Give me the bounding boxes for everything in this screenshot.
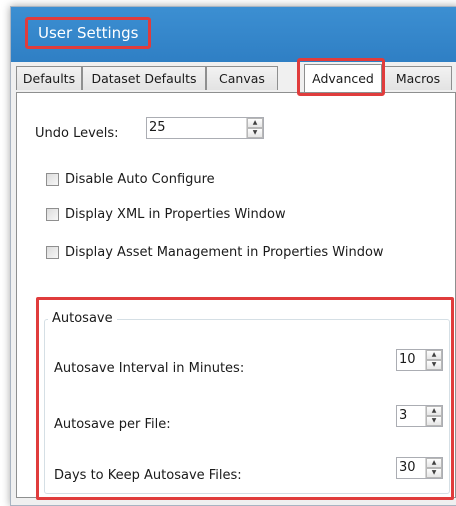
tab-canvas[interactable]: Canvas xyxy=(206,66,278,90)
disable-auto-configure-checkbox[interactable] xyxy=(46,173,59,186)
autosave-per-file-value[interactable]: 3 xyxy=(397,406,425,426)
tab-advanced[interactable]: Advanced xyxy=(304,64,382,92)
autosave-interval-label: Autosave Interval in Minutes: xyxy=(54,360,245,376)
autosave-per-file-stepper[interactable]: 3 ▲ ▼ xyxy=(396,405,443,427)
spin-up-icon[interactable]: ▲ xyxy=(247,118,263,128)
title-bar: User Settings xyxy=(11,7,456,62)
display-asset-management-label: Display Asset Management in Properties W… xyxy=(65,245,384,260)
tab-strip: Defaults Dataset Defaults Canvas Advance… xyxy=(16,64,456,92)
disable-auto-configure-label: Disable Auto Configure xyxy=(65,172,215,187)
undo-levels-label: Undo Levels: xyxy=(35,125,119,141)
autosave-interval-row: Autosave Interval in Minutes: xyxy=(54,358,244,378)
spin-down-icon[interactable]: ▼ xyxy=(426,416,442,426)
display-xml-option[interactable]: Display XML in Properties Window xyxy=(46,207,286,222)
autosave-group-title: Autosave xyxy=(48,311,117,326)
display-asset-management-checkbox[interactable] xyxy=(46,246,59,259)
title-highlight: User Settings xyxy=(25,17,152,49)
tab-defaults[interactable]: Defaults xyxy=(16,66,82,90)
display-xml-label: Display XML in Properties Window xyxy=(65,207,286,222)
autosave-interval-value[interactable]: 10 xyxy=(397,350,425,370)
spin-up-icon[interactable]: ▲ xyxy=(426,458,442,468)
tab-macros[interactable]: Macros xyxy=(384,66,452,90)
spin-down-icon[interactable]: ▼ xyxy=(426,360,442,370)
spin-up-icon[interactable]: ▲ xyxy=(426,406,442,416)
undo-levels-stepper[interactable]: 25 ▲ ▼ xyxy=(146,117,264,139)
tab-dataset-defaults[interactable]: Dataset Defaults xyxy=(82,66,206,90)
days-keep-label: Days to Keep Autosave Files: xyxy=(54,467,242,483)
days-keep-value[interactable]: 30 xyxy=(397,458,425,478)
days-keep-row: Days to Keep Autosave Files: xyxy=(54,465,242,485)
undo-levels-value[interactable]: 25 xyxy=(147,118,246,138)
days-keep-stepper[interactable]: 30 ▲ ▼ xyxy=(396,457,443,479)
spin-up-icon[interactable]: ▲ xyxy=(426,350,442,360)
display-asset-management-option[interactable]: Display Asset Management in Properties W… xyxy=(46,245,384,260)
spin-down-icon[interactable]: ▼ xyxy=(426,468,442,478)
display-xml-checkbox[interactable] xyxy=(46,208,59,221)
window-title: User Settings xyxy=(38,24,139,42)
autosave-interval-stepper[interactable]: 10 ▲ ▼ xyxy=(396,349,443,371)
autosave-per-file-label: Autosave per File: xyxy=(54,416,171,432)
undo-levels-row: Undo Levels: xyxy=(35,123,119,143)
spin-down-icon[interactable]: ▼ xyxy=(247,128,263,138)
disable-auto-configure-option[interactable]: Disable Auto Configure xyxy=(46,172,215,187)
autosave-per-file-row: Autosave per File: xyxy=(54,414,171,434)
